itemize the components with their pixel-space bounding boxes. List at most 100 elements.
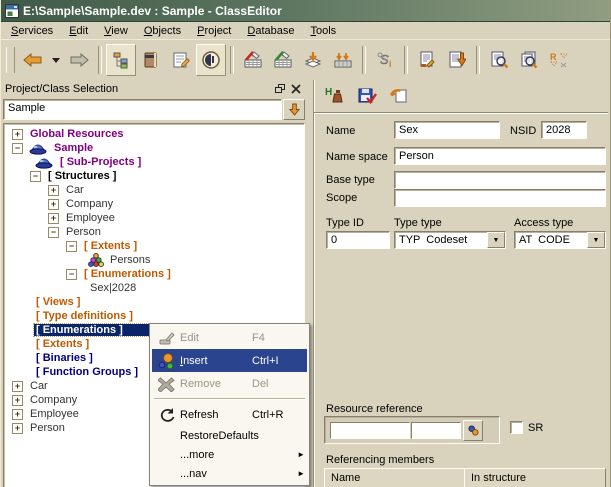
resource-reference-field-2[interactable] [411, 422, 461, 439]
search-all-button[interactable] [514, 44, 544, 76]
accesstype-combo[interactable]: AT CODE ▼ [514, 231, 606, 249]
load-button[interactable] [328, 44, 358, 76]
collapse-icon[interactable]: − [30, 171, 41, 182]
store-button[interactable] [298, 44, 328, 76]
name-field[interactable]: Sex [394, 121, 500, 139]
tree-item-sex-2028[interactable]: Sex|2028 [4, 281, 304, 295]
tree-view-toggle[interactable] [106, 44, 136, 76]
column-header-in-structure[interactable]: In structure [464, 468, 606, 487]
expand-icon[interactable]: + [48, 185, 59, 196]
menu-services[interactable]: Services [3, 24, 61, 38]
grid-red-icon [243, 51, 263, 69]
panel-header: Project/Class Selection [3, 80, 305, 98]
book-icon [142, 51, 160, 69]
expand-icon[interactable]: + [12, 423, 23, 434]
menu-view[interactable]: View [96, 24, 136, 38]
expand-icon[interactable]: + [48, 199, 59, 210]
tree-item-persons[interactable]: Persons [4, 253, 304, 267]
collapse-icon[interactable]: − [48, 227, 59, 238]
tree-item-enumerations[interactable]: −[ Enumerations ] [4, 267, 304, 281]
collapse-icon[interactable]: − [12, 143, 23, 154]
tree-item-type-definitions[interactable]: [ Type definitions ] [4, 309, 304, 323]
context-menu-item-more[interactable]: ...more► [152, 445, 307, 464]
app-window: E:\Sample\Sample.dev : Sample - ClassEdi… [0, 0, 611, 487]
expand-icon[interactable]: + [12, 381, 23, 392]
resource-reference-field-1[interactable] [330, 422, 410, 439]
basetype-label: Base type [326, 174, 375, 186]
sr-checkbox[interactable] [510, 421, 523, 434]
expand-icon[interactable]: + [12, 129, 23, 140]
project-combo-input[interactable]: Sample [3, 99, 282, 120]
list-edit-button[interactable] [412, 44, 442, 76]
menu-separator [154, 398, 305, 400]
project-icon [28, 142, 48, 155]
revert-button[interactable] [388, 85, 410, 107]
tree-item-structures[interactable]: −[ Structures ] [4, 169, 304, 183]
typetype-dropdown-button[interactable]: ▼ [487, 232, 505, 248]
checkin-button[interactable] [268, 44, 298, 76]
r-nav-icon: R [549, 51, 569, 69]
tree-item-global-resources[interactable]: +Global Resources [4, 127, 304, 141]
close-panel-button[interactable] [289, 83, 303, 96]
toolbar-separator [362, 46, 366, 74]
list-export-button[interactable] [442, 44, 472, 76]
tree-item-sample[interactable]: −Sample [4, 141, 304, 155]
checkout-button[interactable] [238, 44, 268, 76]
collapse-icon[interactable]: − [66, 269, 77, 280]
column-header-name[interactable]: Name [324, 468, 465, 487]
edit-form-button[interactable] [166, 44, 196, 76]
context-menu-item-insert[interactable]: InsertCtrl+I [152, 349, 307, 372]
grid-down-icon [333, 51, 353, 69]
back-button[interactable] [18, 44, 48, 76]
accesstype-dropdown-button[interactable]: ▼ [587, 232, 605, 248]
context-menu-item-nav[interactable]: ...nav► [152, 464, 307, 483]
typeid-field[interactable]: 0 [326, 231, 390, 249]
tree-item-extents[interactable]: −[ Extents ] [4, 239, 304, 253]
tree-item-company[interactable]: +Company [4, 197, 304, 211]
class-editor-toggle[interactable] [196, 44, 226, 76]
run-nav-button[interactable]: R [544, 44, 574, 76]
expand-icon[interactable]: + [48, 213, 59, 224]
tree-item-employee[interactable]: +Employee [4, 211, 304, 225]
expand-icon[interactable]: + [12, 395, 23, 406]
toolbar-gripper[interactable] [6, 47, 15, 73]
typetype-combo[interactable]: TYP Codeset ▼ [394, 231, 506, 249]
float-panel-button[interactable] [273, 83, 287, 96]
repository-button[interactable] [136, 44, 166, 76]
tree-item-views[interactable]: [ Views ] [4, 295, 304, 309]
project-combo-dropdown-button[interactable] [283, 99, 305, 120]
namespace-field[interactable]: Person [394, 147, 606, 165]
save-button[interactable] [356, 85, 378, 107]
tree-item-person[interactable]: −Person [4, 225, 304, 239]
script-info-button[interactable]: Si [370, 44, 400, 76]
menu-objects[interactable]: Objects [136, 24, 189, 38]
search-document-button[interactable] [484, 44, 514, 76]
tree-item-car[interactable]: +Car [4, 183, 304, 197]
back-history-dropdown[interactable] [48, 44, 64, 76]
persons-icon [88, 253, 104, 267]
window-title: E:\Sample\Sample.dev : Sample - ClassEdi… [23, 4, 282, 18]
tree-item-sub-projects[interactable]: [ Sub-Projects ] [4, 155, 304, 169]
context-menu-item-restoredefaults[interactable]: RestoreDefaults [152, 426, 307, 445]
menubar: ServicesEditViewObjectsProjectDatabaseTo… [1, 22, 610, 39]
docs-search-icon [520, 51, 538, 69]
menu-database[interactable]: Database [239, 24, 302, 38]
scope-label: Scope [326, 192, 357, 204]
forward-button[interactable] [64, 44, 94, 76]
expand-icon[interactable]: + [12, 409, 23, 420]
resource-reference-pick-button[interactable] [463, 420, 483, 441]
history-button[interactable]: H [324, 85, 346, 107]
circle-info-icon [201, 50, 221, 70]
doc-search-icon [490, 51, 508, 69]
basetype-field[interactable] [394, 171, 606, 189]
nsid-field[interactable]: 2028 [541, 121, 587, 139]
context-menu-item-edit: EditF4 [152, 326, 307, 349]
menu-tools[interactable]: Tools [302, 24, 344, 38]
menu-remove-icon [154, 376, 180, 392]
scope-field[interactable] [394, 189, 606, 207]
grid-green-icon [273, 51, 293, 69]
menu-project[interactable]: Project [189, 24, 239, 38]
menu-edit[interactable]: Edit [61, 24, 96, 38]
collapse-icon[interactable]: − [66, 241, 77, 252]
context-menu-item-refresh[interactable]: RefreshCtrl+R [152, 403, 307, 426]
